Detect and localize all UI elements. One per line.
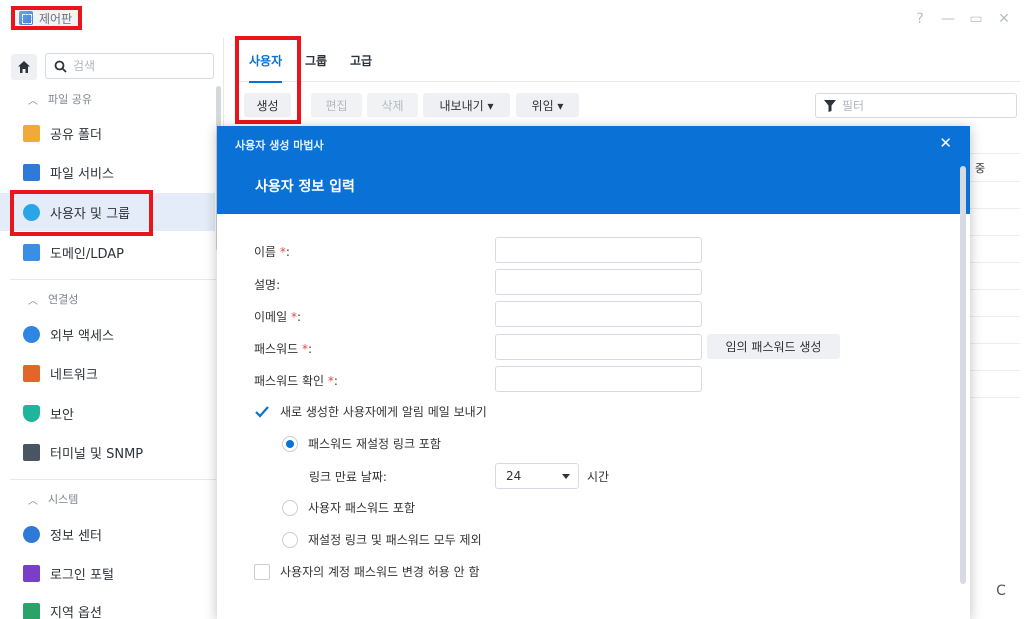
password-input[interactable] [495,334,702,360]
delegate-dropdown[interactable]: 위임 ▾ [516,93,579,117]
sidebar-item-domain-ldap[interactable]: 도메인/LDAP [0,233,215,271]
regional-options-icon [23,602,40,619]
chevron-up-icon: ︿ [28,295,38,307]
maximize-icon[interactable]: ▭ [968,10,984,28]
shared-folder-icon [23,124,40,142]
sidebar-search[interactable] [45,53,214,79]
app-title-text: 제어판 [39,11,73,26]
wizard-header: 사용자 생성 마법사 ✕ 사용자 정보 입력 [217,126,970,214]
link-expiry-label: 링크 만료 날짜: [309,470,387,484]
radio-include-user-password[interactable]: 사용자 패스워드 포함 [282,499,415,516]
radio-exclude-both[interactable]: 재설정 링크 및 패스워드 모두 제외 [282,531,482,548]
title-bar: 제어판 ? — ▭ ✕ [0,0,1024,38]
login-portal-icon [23,564,40,582]
caret-down-icon [562,474,570,479]
sidebar-item-login-portal[interactable]: 로그인 포털 [0,554,215,592]
tab-users[interactable]: 사용자 [249,38,283,83]
disallow-password-change-checkbox[interactable]: 사용자의 계정 패스워드 변경 허용 안 함 [254,563,480,580]
password-label: 패스워드 *: [254,342,313,356]
create-user-wizard: 사용자 생성 마법사 ✕ 사용자 정보 입력 이름 *: 설명: 이메일 *: … [217,126,970,619]
section-file-sharing[interactable]: ︿ 파일 공유 [28,91,92,107]
network-icon [23,364,40,382]
description-input[interactable] [495,269,702,295]
sidebar-item-network[interactable]: 네트워크 [0,354,215,392]
sidebar-item-security[interactable]: 보안 [0,394,215,432]
radio-unselected-icon [282,531,298,548]
domain-ldap-icon [23,243,40,261]
confirm-password-input[interactable] [495,366,702,392]
tab-groups[interactable]: 그룹 [305,38,327,82]
export-dropdown[interactable]: 내보내기 ▾ [423,93,510,117]
terminal-icon [23,443,40,461]
section-connectivity[interactable]: ︿ 연결성 [28,291,78,307]
confirm-password-label: 패스워드 확인 *: [254,374,338,388]
checkbox-empty-icon [254,563,270,580]
search-icon [54,60,67,73]
link-expiry-unit: 시간 [587,470,610,484]
link-expiry-select[interactable]: 24 [495,463,579,489]
name-input[interactable] [495,237,702,263]
sidebar-item-regional-options[interactable]: 지역 옵션 [0,592,215,619]
filter-icon [824,99,836,112]
create-button[interactable]: 생성 [244,93,291,117]
help-icon[interactable]: ? [912,10,928,28]
sidebar-item-file-services[interactable]: 파일 서비스 [0,153,215,191]
close-window-icon[interactable]: ✕ [996,10,1012,28]
sidebar-item-external-access[interactable]: 외부 액세스 [0,315,215,353]
tab-advanced[interactable]: 고급 [350,38,372,82]
delete-button[interactable]: 삭제 [367,93,418,117]
name-label: 이름 *: [254,245,290,259]
send-notification-checkbox[interactable]: 새로 생성한 사용자에게 알림 메일 보내기 [254,403,487,420]
filter-box[interactable] [815,93,1017,118]
tab-bar: 사용자 그룹 고급 [235,38,1020,83]
sidebar-item-terminal-snmp[interactable]: 터미널 및 SNMP [0,433,215,471]
close-icon[interactable]: ✕ [939,134,952,152]
sidebar-divider [10,479,216,480]
users-groups-icon [23,203,40,221]
control-panel-icon [19,11,33,25]
sidebar-item-shared-folder[interactable]: 공유 폴더 [0,114,215,152]
minimize-icon[interactable]: — [940,10,956,28]
app-title: 제어판 [11,6,83,30]
email-input[interactable] [495,301,702,327]
search-input[interactable] [73,59,193,73]
email-label: 이메일 *: [254,310,301,324]
radio-include-reset-link[interactable]: 패스워드 재설정 링크 포함 [282,435,441,452]
sidebar-divider [10,279,216,280]
wizard-title: 사용자 생성 마법사 [235,139,324,152]
sidebar: ︿ 파일 공유 공유 폴더 파일 서비스 사용자 및 그룹 도메인/LDAP ︿… [0,38,224,619]
sidebar-item-users-groups[interactable]: 사용자 및 그룹 [0,193,215,231]
step-title: 사용자 정보 입력 [255,179,355,195]
random-password-button[interactable]: 임의 패스워드 생성 [707,334,840,359]
wizard-scrollbar[interactable] [960,166,966,584]
section-system[interactable]: ︿ 시스템 [28,491,78,507]
sidebar-item-info-center[interactable]: 정보 센터 [0,515,215,553]
radio-unselected-icon [282,499,298,516]
filter-input[interactable] [842,98,992,113]
info-center-icon [23,525,40,543]
chevron-up-icon: ︿ [28,495,38,507]
description-label: 설명: [254,278,281,292]
radio-selected-icon [282,435,298,452]
chevron-up-icon: ︿ [28,95,38,107]
security-shield-icon [23,404,40,422]
window-controls: ? — ▭ ✕ [912,10,1012,28]
home-icon [18,61,30,73]
home-button[interactable] [11,54,37,80]
table-cell-status: 중 [975,162,986,175]
checkmark-icon [254,403,270,420]
refresh-icon[interactable]: C [988,583,1014,605]
edit-button[interactable]: 편집 [311,93,362,117]
file-services-icon [23,163,40,181]
external-access-icon [23,325,40,343]
